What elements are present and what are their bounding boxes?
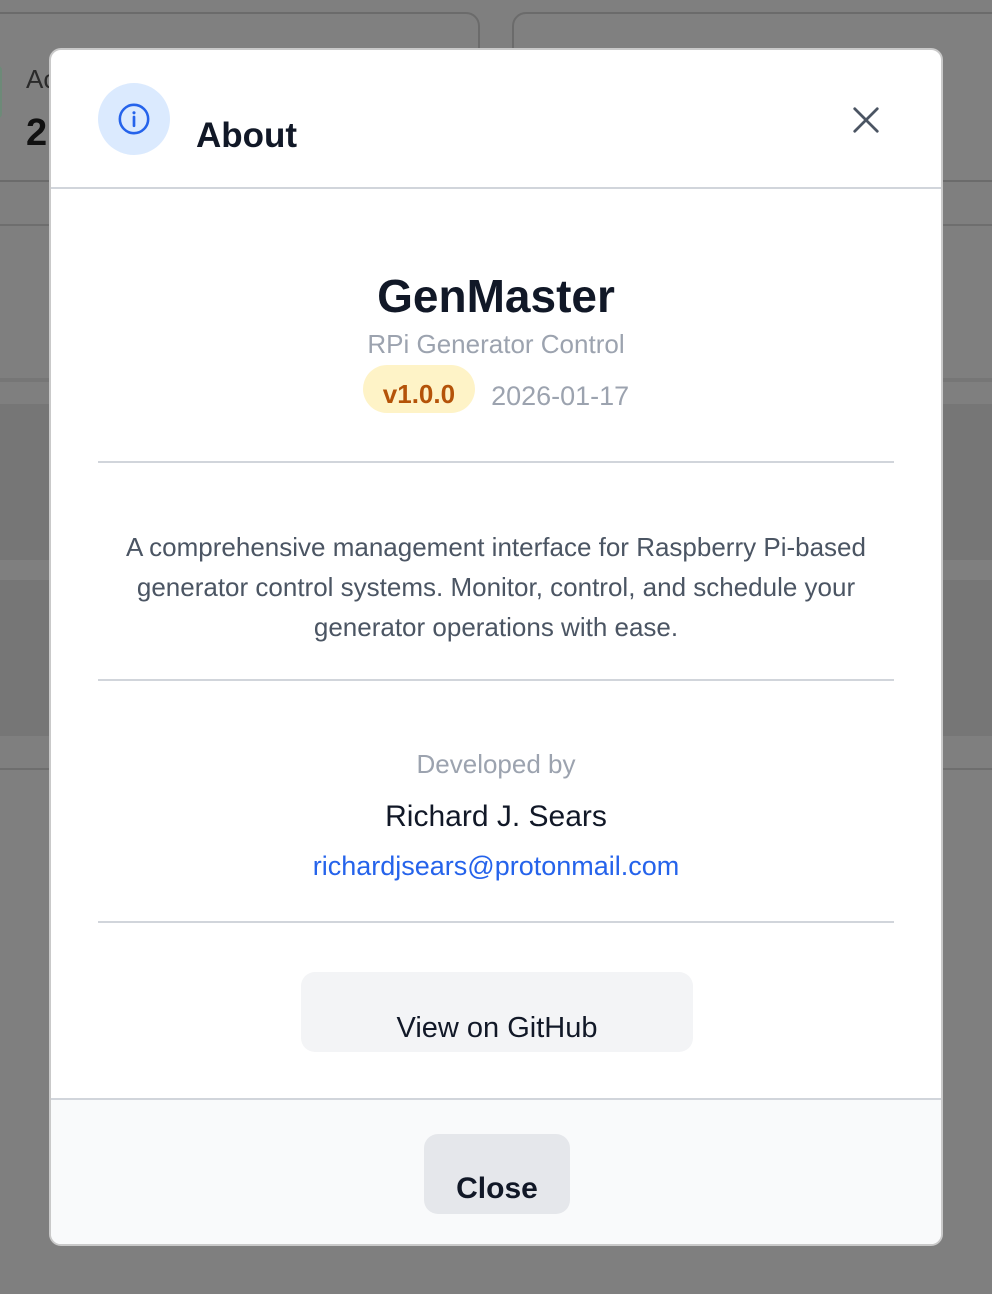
- background-stat-value: 2: [26, 112, 48, 154]
- close-icon[interactable]: [851, 105, 881, 135]
- app-subtitle: RPi Generator Control: [367, 329, 625, 359]
- release-date: 2026-01-17: [491, 380, 630, 411]
- about-modal: About GenMaster RPi Generator Control v1…: [49, 48, 943, 1246]
- close-button[interactable]: Close: [424, 1134, 570, 1214]
- divider: [98, 461, 894, 463]
- modal-footer: Close: [51, 1098, 941, 1244]
- modal-body: GenMaster RPi Generator Control v1.0.0 2…: [51, 191, 941, 1098]
- developer-name: Richard J. Sears: [385, 800, 607, 833]
- version-row: v1.0.0 2026-01-17: [51, 365, 941, 413]
- version-badge: v1.0.0: [362, 365, 476, 413]
- modal-header: About: [51, 50, 941, 189]
- app-name: GenMaster: [377, 270, 615, 322]
- info-icon: [98, 83, 170, 155]
- view-on-github-button[interactable]: View on GitHub: [301, 972, 693, 1052]
- developer-email-link[interactable]: richardjsears@protonmail.com: [51, 851, 941, 882]
- app-description: A comprehensive management interface for…: [126, 532, 866, 642]
- background-stat-icon: [0, 66, 2, 118]
- modal-title: About: [196, 116, 298, 155]
- divider: [98, 921, 894, 923]
- divider: [98, 679, 894, 681]
- developer-label: Developed by: [416, 749, 576, 779]
